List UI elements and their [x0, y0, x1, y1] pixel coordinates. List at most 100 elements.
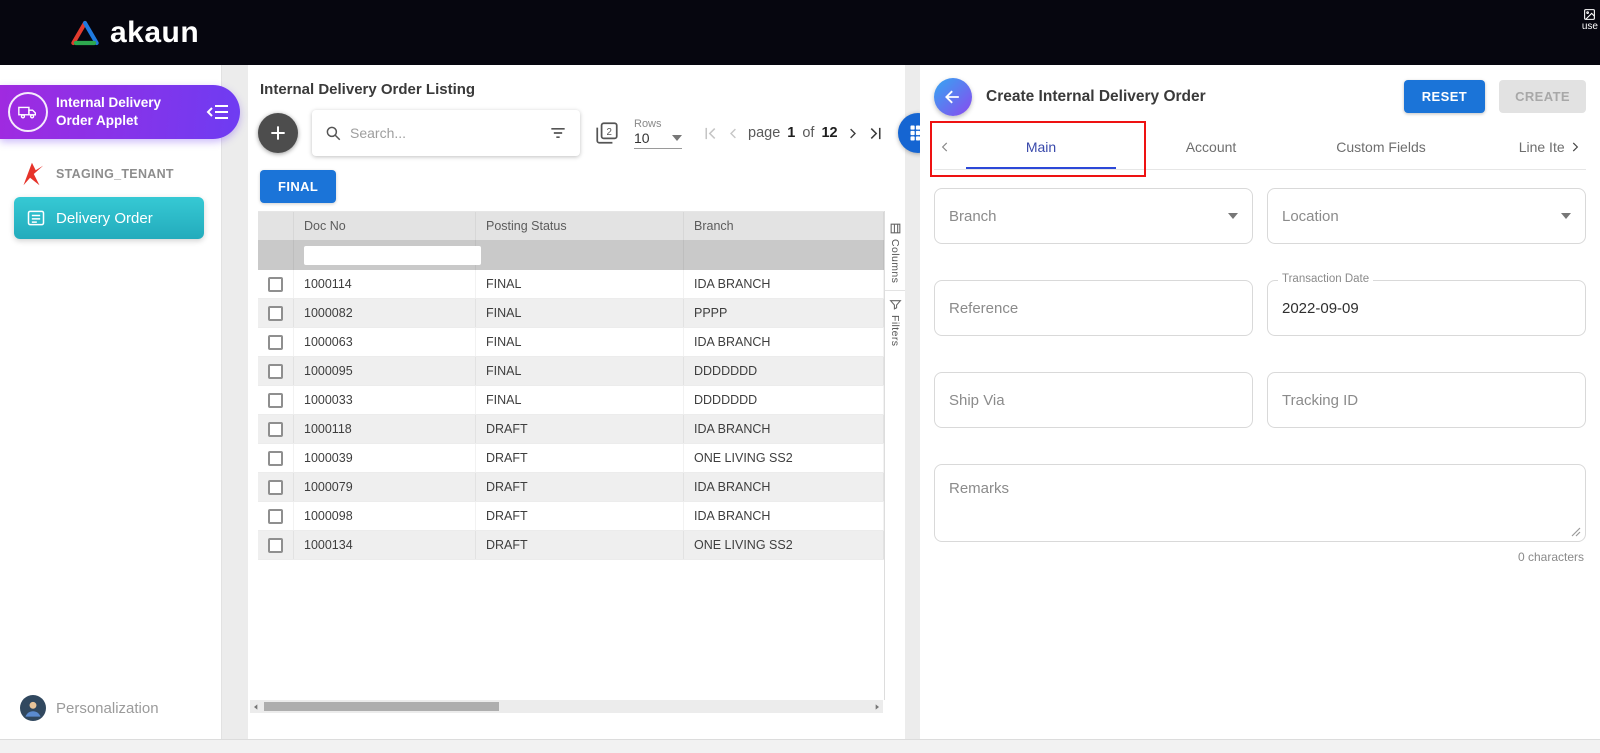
row-checkbox[interactable] [268, 538, 283, 553]
row-checkbox-cell [258, 270, 294, 298]
table-row[interactable]: 1000039 DRAFT ONE LIVING SS2 [258, 444, 884, 473]
listing-body: Doc No Posting Status Branch 1000114 FIN… [258, 211, 905, 700]
cell-doc-no: 1000039 [294, 444, 476, 472]
create-form: Branch Location Transaction Date 2022-09… [934, 188, 1586, 542]
chevron-down-icon [1561, 213, 1571, 219]
previous-page-button[interactable] [726, 126, 741, 141]
rows-per-page-select[interactable]: 10 [634, 130, 682, 149]
transaction-date-label: Transaction Date [1278, 273, 1373, 285]
header-branch[interactable]: Branch [684, 212, 884, 240]
tab-custom-fields[interactable]: Custom Fields [1296, 124, 1466, 169]
user-avatar-alt-text: use [1582, 21, 1598, 32]
create-panel-header: Create Internal Delivery Order RESET CRE… [934, 65, 1586, 115]
user-avatar[interactable]: use [1582, 8, 1598, 32]
row-checkbox[interactable] [268, 335, 283, 350]
tenant-logo-icon [16, 159, 46, 189]
rows-per-page-control: Rows 10 [634, 118, 682, 149]
table-row[interactable]: 1000098 DRAFT IDA BRANCH [258, 502, 884, 531]
table-row[interactable]: 1000095 FINAL DDDDDDD [258, 357, 884, 386]
header-posting-status[interactable]: Posting Status [476, 212, 684, 240]
scroll-left-arrow[interactable] [250, 703, 262, 711]
branch-select-label: Branch [949, 208, 997, 225]
cell-posting-status: FINAL [476, 357, 684, 385]
doc-no-filter-input[interactable] [304, 246, 481, 265]
row-checkbox[interactable] [268, 509, 283, 524]
row-checkbox[interactable] [268, 277, 283, 292]
table-body: 1000114 FINAL IDA BRANCH 1000082 FINAL P… [258, 270, 884, 560]
filters-toggle[interactable]: Filters [889, 291, 902, 353]
last-page-button[interactable] [867, 125, 884, 142]
next-page-button[interactable] [845, 126, 860, 141]
tenant-selector[interactable]: STAGING_TENANT [16, 159, 174, 189]
resize-handle-icon[interactable] [1571, 527, 1581, 537]
first-page-button[interactable] [702, 125, 719, 142]
table-row[interactable]: 1000134 DRAFT ONE LIVING SS2 [258, 531, 884, 560]
row-checkbox-cell [258, 357, 294, 385]
chevron-down-icon [1228, 213, 1238, 219]
tab-main[interactable]: Main [956, 124, 1126, 169]
scrollbar-thumb[interactable] [264, 702, 499, 711]
reference-field[interactable] [934, 280, 1253, 336]
header-doc-no[interactable]: Doc No [294, 212, 476, 240]
tab-account[interactable]: Account [1126, 124, 1296, 169]
back-button[interactable] [934, 78, 972, 116]
create-panel: Create Internal Delivery Order RESET CRE… [920, 65, 1600, 739]
location-select[interactable]: Location [1267, 188, 1586, 244]
pages-icon[interactable]: 2 [594, 120, 620, 146]
page-total: 12 [821, 125, 837, 141]
table-row[interactable]: 1000082 FINAL PPPP [258, 299, 884, 328]
row-checkbox-cell [258, 473, 294, 501]
scroll-right-arrow[interactable] [871, 703, 883, 711]
table-row[interactable]: 1000033 FINAL DDDDDDD [258, 386, 884, 415]
add-record-button[interactable] [258, 113, 298, 153]
table-row[interactable]: 1000114 FINAL IDA BRANCH [258, 270, 884, 299]
create-button[interactable]: CREATE [1499, 80, 1586, 113]
reset-button[interactable]: RESET [1404, 80, 1485, 113]
row-checkbox-cell [258, 299, 294, 327]
ship-via-field[interactable] [934, 372, 1253, 428]
cell-doc-no: 1000134 [294, 531, 476, 559]
listing-panel: Internal Delivery Order Listing [248, 65, 905, 739]
tab-scroll-right-icon[interactable] [1564, 124, 1586, 169]
cell-branch: ONE LIVING SS2 [684, 444, 884, 472]
row-checkbox[interactable] [268, 422, 283, 437]
table-row[interactable]: 1000079 DRAFT IDA BRANCH [258, 473, 884, 502]
row-checkbox[interactable] [268, 451, 283, 466]
cell-doc-no: 1000063 [294, 328, 476, 356]
sidebar-item-label: Delivery Order [56, 210, 153, 227]
table-row[interactable]: 1000118 DRAFT IDA BRANCH [258, 415, 884, 444]
cell-posting-status: DRAFT [476, 473, 684, 501]
search-input[interactable] [350, 125, 540, 141]
header-checkbox-cell [258, 212, 294, 240]
rows-label: Rows [634, 118, 682, 130]
row-checkbox[interactable] [268, 393, 283, 408]
page-label: page [748, 125, 780, 141]
svg-text:2: 2 [606, 127, 611, 138]
sidebar-item-delivery-order[interactable]: Delivery Order [14, 197, 204, 239]
table-row[interactable]: 1000063 FINAL IDA BRANCH [258, 328, 884, 357]
applet-title: Internal Delivery Order Applet [56, 94, 198, 129]
personalization-button[interactable]: Personalization [20, 695, 159, 721]
columns-toggle[interactable]: Columns [889, 215, 902, 290]
remarks-wrapper [934, 464, 1586, 542]
tracking-id-field[interactable] [1267, 372, 1586, 428]
cell-posting-status: DRAFT [476, 415, 684, 443]
row-checkbox[interactable] [268, 364, 283, 379]
filter-list-icon[interactable] [548, 123, 568, 143]
table-filter-row [258, 240, 884, 270]
tab-scroll-left-icon[interactable] [934, 124, 956, 169]
tab-line-items[interactable]: Line Items [1466, 124, 1564, 169]
cell-doc-no: 1000114 [294, 270, 476, 298]
avatar-icon [20, 695, 46, 721]
status-filter-chip[interactable]: FINAL [260, 170, 336, 203]
transaction-date-field[interactable]: Transaction Date 2022-09-09 [1267, 280, 1586, 336]
row-checkbox[interactable] [268, 480, 283, 495]
remarks-field[interactable] [934, 464, 1586, 542]
logo-text: akaun [110, 16, 199, 50]
filter-branch-cell [684, 240, 884, 270]
branch-select[interactable]: Branch [934, 188, 1253, 244]
create-panel-title: Create Internal Delivery Order [986, 88, 1390, 106]
cell-branch: IDA BRANCH [684, 328, 884, 356]
row-checkbox[interactable] [268, 306, 283, 321]
collapse-menu-icon[interactable] [206, 100, 230, 124]
